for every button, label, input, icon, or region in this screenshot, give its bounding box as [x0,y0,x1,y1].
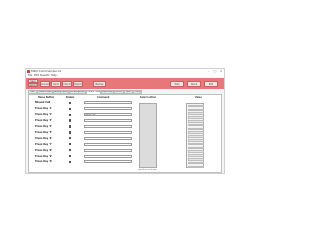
value-cell[interactable] [187,158,204,161]
command-input[interactable] [84,142,132,146]
app-icon [27,70,30,73]
backup-button[interactable]: Backup [93,80,106,87]
command-input[interactable] [84,125,132,128]
command-input[interactable] [84,119,132,123]
row-label: Press Key '3' [35,119,53,123]
import-button[interactable]: Import [62,80,72,87]
toolbar: Save Reload Connect Send Import Export B… [26,78,224,89]
exit-button[interactable]: Exit [204,80,218,87]
value-cell[interactable] [187,127,204,131]
enable-checkbox[interactable] [69,137,72,140]
enable-checkbox[interactable] [69,119,72,122]
row-label: Press Key '7' [35,142,53,146]
app-window: MIDI Commander.ini – □ × File Edit Prese… [25,68,225,174]
value-cell[interactable] [187,123,204,127]
header-value: Value [195,96,202,100]
command-input[interactable] [84,130,132,134]
value-cell[interactable] [187,165,204,169]
value-cell[interactable] [187,108,204,112]
command-input[interactable] [84,160,132,164]
reload-button[interactable]: Reload [28,83,38,87]
value-cell[interactable] [187,154,204,157]
command-input[interactable] [84,136,132,140]
enable-checkbox[interactable] [69,131,72,134]
enable-checkbox[interactable] [69,101,72,105]
about-button[interactable]: About [187,80,201,87]
row-label: Press Key '0' [35,160,53,164]
value-cell[interactable] [187,146,204,150]
row-label: Press Key '8' [35,148,53,152]
action-listbox[interactable] [139,103,157,168]
save-button[interactable]: Save [28,78,38,83]
export-button[interactable]: Export [73,80,83,87]
connect-button[interactable]: Connect [40,80,50,87]
value-cell[interactable] [187,104,204,108]
value-cell[interactable] [187,150,204,153]
header-name-button: Name Button [38,96,55,100]
log-note: Log all events below [138,169,157,171]
value-cell[interactable] [187,112,204,115]
enable-checkbox[interactable] [69,160,72,164]
enable-checkbox[interactable] [69,125,72,128]
send-button[interactable]: Send [51,80,61,87]
enable-checkbox[interactable] [69,148,72,152]
command-input[interactable]: press 1+2 [84,113,132,117]
control-commands-panel: Name Button Enable Command Select action… [28,94,222,173]
header-command: Command [97,96,110,100]
header-select-action: Select action [140,96,157,100]
value-cell[interactable] [187,131,204,134]
value-cell[interactable] [187,116,204,119]
value-cell[interactable] [187,120,204,123]
screen: { "window": { "title": "MIDI Commander.i… [0,0,250,250]
row-label: Press Key '1' [35,107,53,111]
value-cell[interactable] [187,135,204,138]
enable-checkbox[interactable] [69,107,72,110]
command-input[interactable] [84,107,132,111]
row-label: Press Key '6' [35,136,53,140]
enable-checkbox[interactable] [69,113,72,116]
help-button[interactable]: Help [170,80,184,87]
value-cell[interactable] [187,139,204,142]
row-label: Press Key '2' [35,113,53,117]
row-label: Press Key '5' [35,130,53,134]
command-input[interactable] [84,101,132,105]
value-listbox[interactable] [186,103,204,169]
row-label: Press Key '4' [35,125,53,128]
command-input[interactable] [84,148,132,152]
header-enable: Enable [66,96,75,100]
row-label: Press Key '9' [35,154,53,158]
enable-checkbox[interactable] [69,154,72,158]
command-input[interactable] [84,154,132,158]
row-label: Missed Call [35,101,51,105]
enable-checkbox[interactable] [69,143,72,146]
value-cell[interactable] [187,161,204,165]
value-cell[interactable] [187,142,204,146]
